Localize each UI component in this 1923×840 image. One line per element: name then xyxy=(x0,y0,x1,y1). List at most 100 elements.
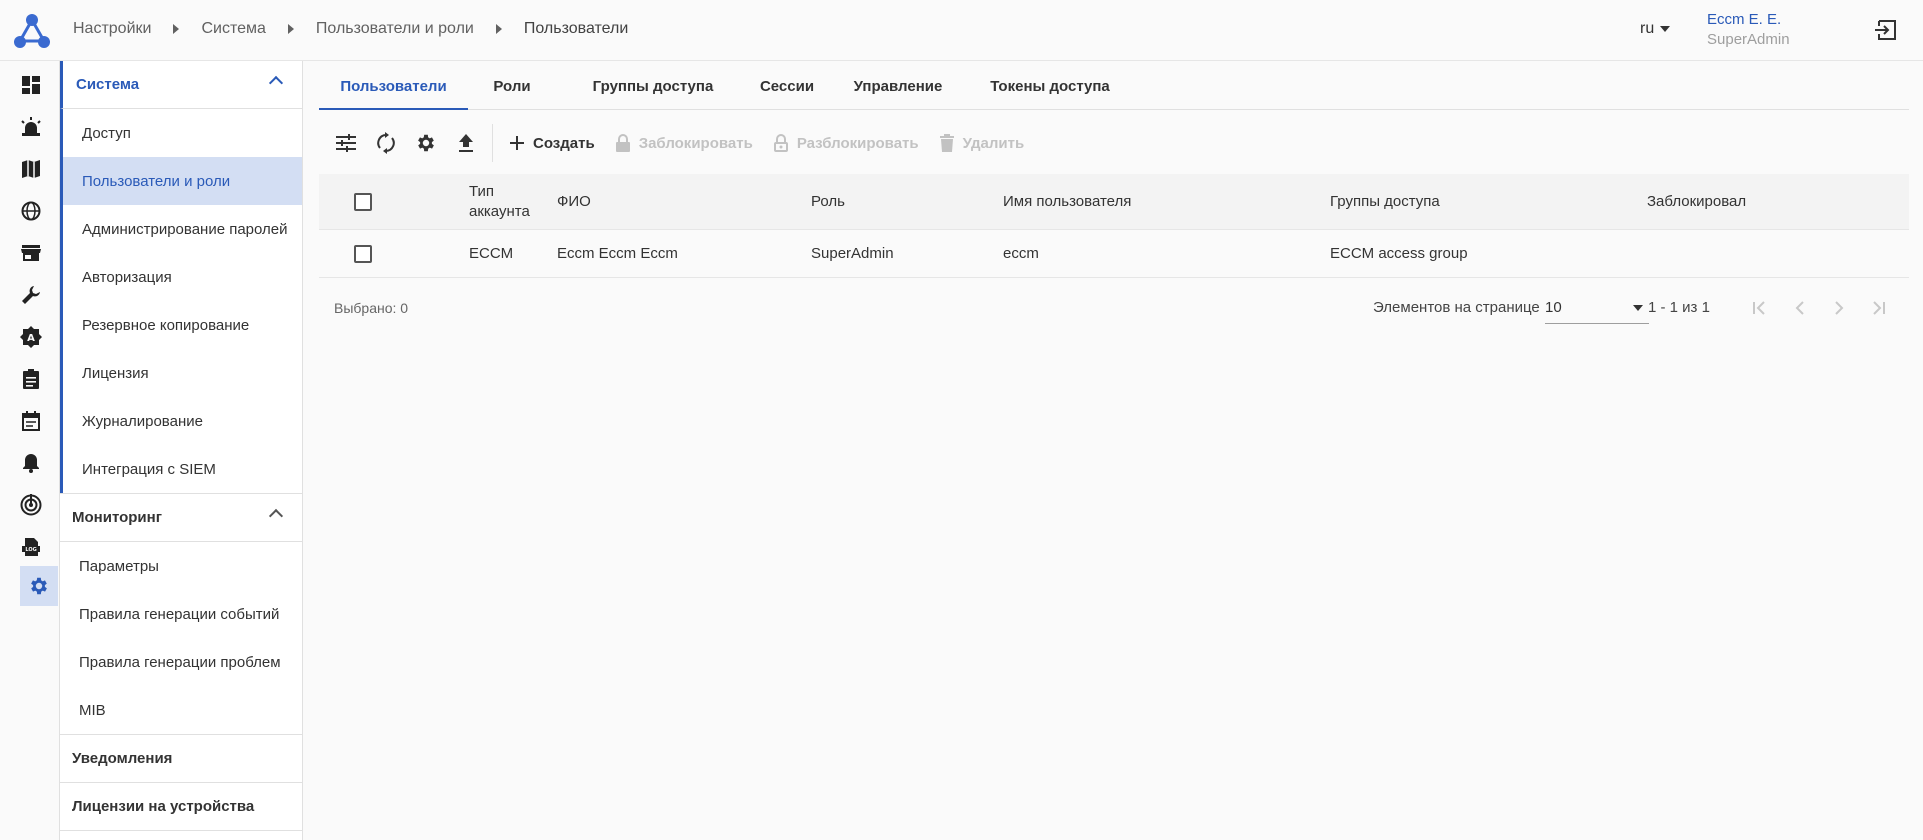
auto-icon[interactable]: A xyxy=(18,324,44,350)
store-icon[interactable] xyxy=(18,240,44,266)
settings-icon[interactable] xyxy=(20,566,58,606)
breadcrumb-system[interactable]: Система xyxy=(201,20,265,38)
alarm-icon[interactable] xyxy=(18,114,44,140)
per-page-value: 10 xyxy=(1545,299,1562,316)
row-checkbox[interactable] xyxy=(354,245,372,263)
cell-access-groups: ECCM access group xyxy=(1330,245,1468,262)
tab-access-tokens[interactable]: Токены доступа xyxy=(970,70,1130,110)
section-system-header[interactable]: Система xyxy=(60,61,302,109)
chevron-up-icon xyxy=(268,508,284,524)
section-notifications-header[interactable]: Уведомления xyxy=(60,735,302,783)
column-role[interactable]: Роль xyxy=(811,192,845,212)
breadcrumb-users-and-roles[interactable]: Пользователи и роли xyxy=(316,20,474,38)
last-page-icon[interactable] xyxy=(1866,296,1890,320)
section-monitoring-items: Параметры Правила генерации событий Прав… xyxy=(60,542,302,734)
section-notifications-title: Уведомления xyxy=(72,750,173,767)
gear-icon[interactable] xyxy=(406,123,446,163)
subnav-item-password-admin[interactable]: Администрирование паролей xyxy=(63,205,302,253)
section-monitoring-header[interactable]: Мониторинг xyxy=(60,494,302,542)
table-row[interactable]: ECCM Eccm Eccm Eccm SuperAdmin eccm ECCM… xyxy=(319,230,1909,278)
subnav-item-siem[interactable]: Интеграция с SIEM xyxy=(63,445,302,493)
next-page-icon[interactable] xyxy=(1827,296,1851,320)
subnav-item-problem-rules[interactable]: Правила генерации проблем xyxy=(60,638,302,686)
block-button[interactable]: Заблокировать xyxy=(605,123,763,163)
table-header-row: Тип аккаунта ФИО Роль Имя пользователя Г… xyxy=(319,174,1909,230)
log-icon[interactable]: LOG xyxy=(18,534,44,560)
radar-icon[interactable] xyxy=(18,492,44,518)
wrench-icon[interactable] xyxy=(18,282,44,308)
users-table: Тип аккаунта ФИО Роль Имя пользователя Г… xyxy=(319,174,1909,278)
column-account-type[interactable]: Тип аккаунта xyxy=(469,182,530,222)
prev-page-icon[interactable] xyxy=(1788,296,1812,320)
block-button-label: Заблокировать xyxy=(638,134,753,152)
tab-access-groups[interactable]: Группы доступа xyxy=(577,70,729,110)
page-range: 1 - 1 из 1 xyxy=(1648,299,1710,316)
trash-icon xyxy=(939,134,954,152)
column-username[interactable]: Имя пользователя xyxy=(1003,192,1131,212)
user-info[interactable]: Eccm E. E. SuperAdmin xyxy=(1707,11,1790,48)
svg-text:LOG: LOG xyxy=(25,547,36,553)
settings-subnav: Система Доступ Пользователи и роли Админ… xyxy=(59,61,303,840)
chevron-right-icon xyxy=(173,24,180,34)
delete-button[interactable]: Удалить xyxy=(929,123,1035,163)
dashboard-icon[interactable] xyxy=(18,72,44,98)
refresh-icon[interactable] xyxy=(366,123,406,163)
create-button[interactable]: Создать xyxy=(499,123,605,163)
cell-account-type: ECCM xyxy=(469,245,514,262)
first-page-icon[interactable] xyxy=(1748,296,1772,320)
breadcrumb-users: Пользователи xyxy=(523,20,629,37)
subnav-item-access[interactable]: Доступ xyxy=(63,109,302,157)
chevron-up-icon xyxy=(268,75,284,91)
clipboard-icon[interactable] xyxy=(18,366,44,392)
user-role: SuperAdmin xyxy=(1707,31,1790,48)
breadcrumb-settings[interactable]: Настройки xyxy=(73,20,151,38)
column-access-groups[interactable]: Группы доступа xyxy=(1330,192,1440,212)
logout-icon[interactable] xyxy=(1873,18,1899,42)
per-page-label: Элементов на странице xyxy=(1373,299,1540,316)
cell-full-name: Eccm Eccm Eccm xyxy=(557,245,678,262)
per-page-select[interactable]: 10 xyxy=(1545,292,1649,324)
user-name: Eccm E. E. xyxy=(1707,11,1782,28)
tab-management[interactable]: Управление xyxy=(833,70,963,110)
globe-icon[interactable] xyxy=(18,198,44,224)
subnav-item-logging[interactable]: Журналирование xyxy=(63,397,302,445)
subnav-item-users-and-roles[interactable]: Пользователи и роли xyxy=(63,157,302,205)
column-account-type-line2: аккаунта xyxy=(469,203,530,220)
map-icon[interactable] xyxy=(18,156,44,182)
cell-role: SuperAdmin xyxy=(811,245,894,262)
section-system-items: Доступ Пользователи и роли Администриров… xyxy=(60,109,302,493)
section-system-title: Система xyxy=(76,76,140,93)
caret-down-icon xyxy=(1660,26,1671,32)
unblock-button[interactable]: Разблокировать xyxy=(763,123,929,163)
language-select[interactable]: ru xyxy=(1640,20,1671,38)
section-device-licenses-header[interactable]: Лицензии на устройства xyxy=(60,783,302,831)
column-full-name[interactable]: ФИО xyxy=(557,192,591,212)
toolbar-divider xyxy=(492,124,493,162)
icon-rail: A LOG xyxy=(0,61,59,840)
app-logo-icon[interactable] xyxy=(12,12,52,50)
top-header: Настройки Система Пользователи и роли По… xyxy=(0,0,1923,61)
selected-count: Выбрано: 0 xyxy=(334,300,409,316)
subnav-item-event-rules[interactable]: Правила генерации событий xyxy=(60,590,302,638)
select-all-checkbox[interactable] xyxy=(354,193,372,211)
calendar-icon[interactable] xyxy=(18,408,44,434)
tab-roles[interactable]: Роли xyxy=(481,70,543,110)
table-toolbar: Создать Заблокировать Разблокировать Уда… xyxy=(319,118,1909,168)
chevron-right-icon xyxy=(495,24,502,34)
unblock-button-label: Разблокировать xyxy=(796,134,919,152)
column-blocked-by[interactable]: Заблокировал xyxy=(1647,192,1746,212)
subnav-item-backup[interactable]: Резервное копирование xyxy=(63,301,302,349)
language-value: ru xyxy=(1640,20,1655,37)
subnav-item-authorization[interactable]: Авторизация xyxy=(63,253,302,301)
section-device-licenses-title: Лицензии на устройства xyxy=(72,798,255,815)
subnav-item-license[interactable]: Лицензия xyxy=(63,349,302,397)
tab-users[interactable]: Пользователи xyxy=(319,70,468,110)
tab-sessions[interactable]: Сессии xyxy=(737,70,837,110)
filter-settings-icon[interactable] xyxy=(326,123,366,163)
cell-username: eccm xyxy=(1003,245,1039,262)
subnav-item-parameters[interactable]: Параметры xyxy=(60,542,302,590)
bell-icon[interactable] xyxy=(18,450,44,476)
delete-button-label: Удалить xyxy=(962,134,1025,152)
upload-icon[interactable] xyxy=(446,123,486,163)
subnav-item-mib[interactable]: MIB xyxy=(60,686,302,734)
